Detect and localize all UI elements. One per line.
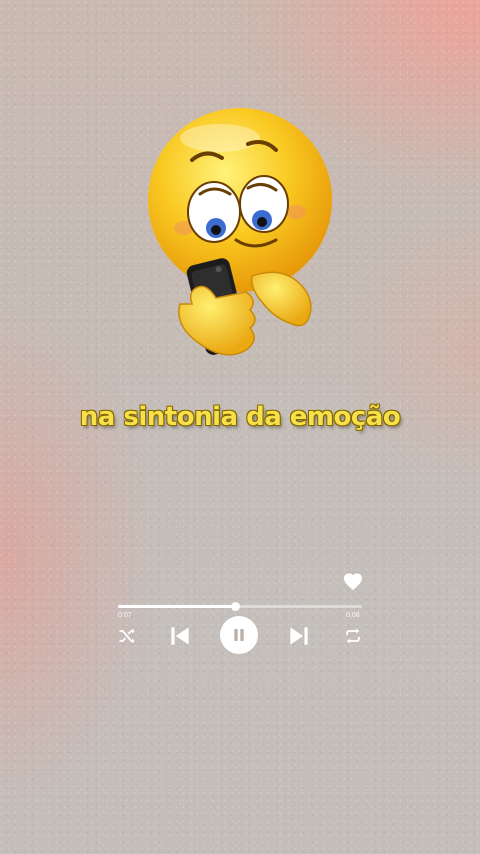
skip-previous-icon	[171, 627, 189, 645]
like-button[interactable]	[342, 571, 364, 591]
previous-button[interactable]	[166, 622, 194, 650]
elapsed-time: 0:07	[118, 612, 132, 619]
heart-icon	[343, 573, 363, 591]
pause-button[interactable]	[220, 616, 258, 654]
pause-icon	[234, 629, 244, 641]
progress-bar[interactable]	[118, 602, 362, 611]
repeat-icon	[346, 628, 360, 644]
progress-fill	[118, 605, 236, 608]
skip-next-icon	[290, 627, 308, 645]
shuffle-icon	[119, 628, 135, 644]
caption-text: na sintonia da emoção	[79, 402, 401, 432]
next-button[interactable]	[285, 622, 313, 650]
emoji-looking-at-phone-icon	[140, 108, 340, 368]
shuffle-button[interactable]	[116, 625, 138, 647]
repeat-button[interactable]	[342, 625, 364, 647]
total-time: 0:08	[346, 612, 360, 619]
progress-thumb[interactable]	[231, 602, 241, 611]
